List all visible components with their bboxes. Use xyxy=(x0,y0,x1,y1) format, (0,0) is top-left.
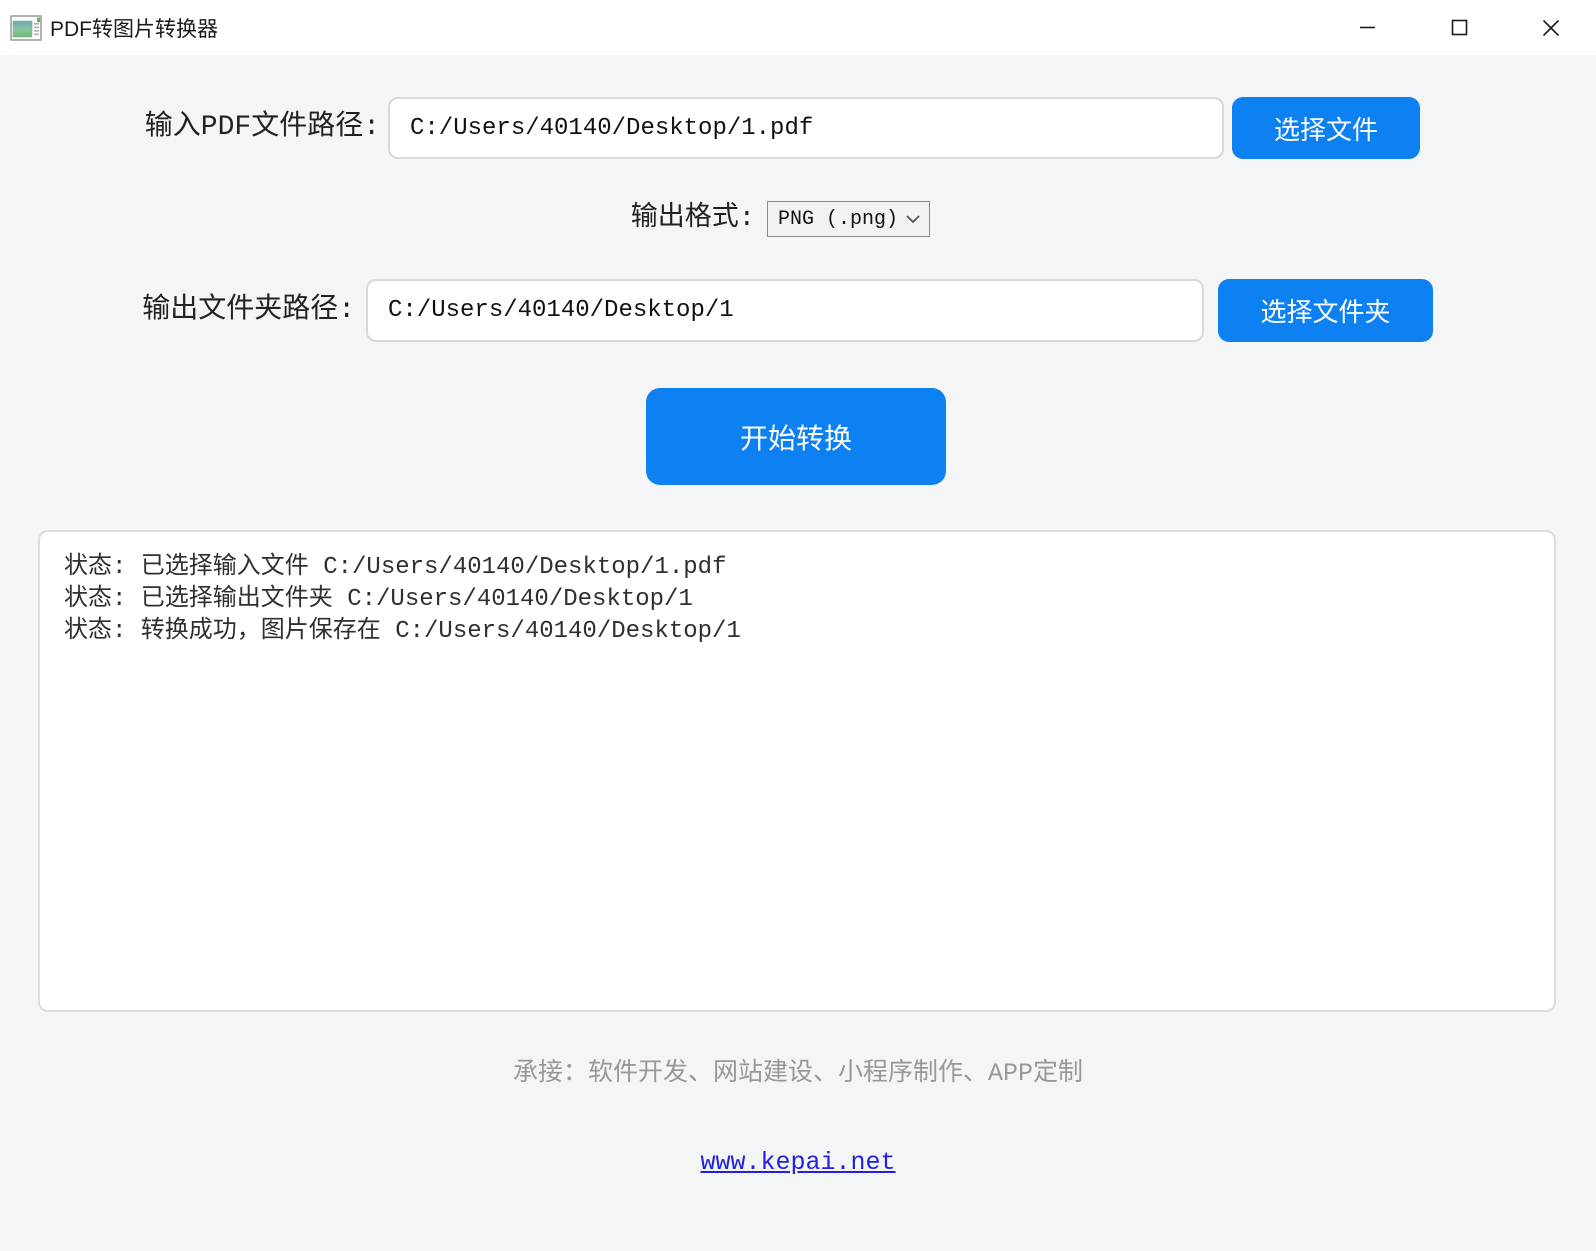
titlebar: PDF转图片转换器 xyxy=(0,0,1596,55)
close-icon[interactable] xyxy=(1520,0,1582,55)
output-format-select[interactable]: PNG (.png) xyxy=(767,201,930,237)
output-path-field[interactable] xyxy=(366,279,1204,342)
website-link[interactable]: www.kepai.net xyxy=(700,1148,895,1177)
start-convert-button[interactable]: 开始转换 xyxy=(646,388,946,485)
app-window-icon xyxy=(10,14,42,42)
minimize-icon[interactable] xyxy=(1336,0,1398,55)
status-line: 状态: 已选择输入文件 C:/Users/40140/Desktop/1.pdf xyxy=(64,552,1530,584)
chevron-down-icon xyxy=(905,214,921,224)
output-format-value: PNG (.png) xyxy=(778,208,898,231)
input-path-label: 输入PDF文件路径: xyxy=(0,97,380,159)
status-line: 状态: 转换成功，图片保存在 C:/Users/40140/Desktop/1 xyxy=(64,616,1530,648)
maximize-icon[interactable] xyxy=(1428,0,1490,55)
window-title: PDF转图片转换器 xyxy=(50,13,218,43)
select-file-button[interactable]: 选择文件 xyxy=(1232,97,1420,159)
input-path-field[interactable] xyxy=(388,97,1224,159)
output-path-label: 输出文件夹路径: xyxy=(0,279,355,342)
status-log: 状态: 已选择输入文件 C:/Users/40140/Desktop/1.pdf… xyxy=(38,530,1556,1012)
status-line: 状态: 已选择输出文件夹 C:/Users/40140/Desktop/1 xyxy=(64,584,1530,616)
footer-services-text: 承接：软件开发、网站建设、小程序制作、APP定制 xyxy=(0,1052,1596,1088)
output-format-label: 输出格式: xyxy=(0,201,755,237)
select-folder-button[interactable]: 选择文件夹 xyxy=(1218,279,1433,342)
footer-link-row: www.kepai.net xyxy=(0,1148,1596,1177)
caption-controls xyxy=(1306,0,1582,55)
